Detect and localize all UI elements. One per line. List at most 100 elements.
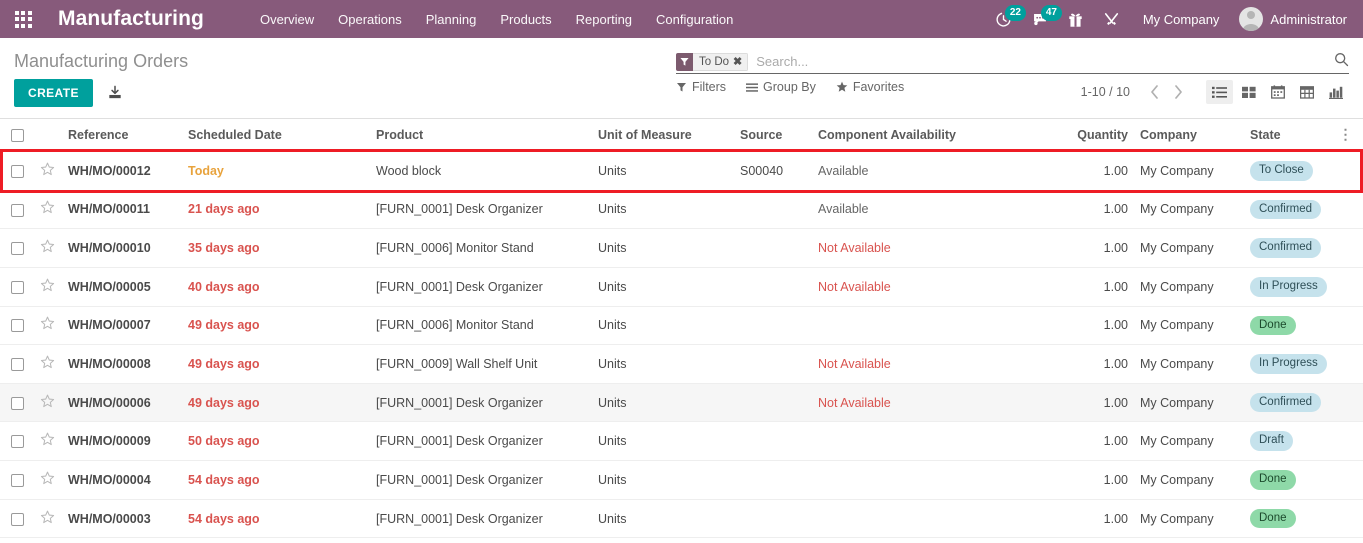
search-facet-todo[interactable]: To Do ✖ xyxy=(676,52,749,71)
gift-button[interactable] xyxy=(1059,0,1093,38)
row-checkbox[interactable] xyxy=(10,319,24,333)
star-toggle[interactable] xyxy=(40,162,55,180)
menu-item-overview[interactable]: Overview xyxy=(248,6,326,33)
row-favorite-cell[interactable] xyxy=(34,421,62,462)
star-toggle[interactable] xyxy=(40,278,55,296)
table-row[interactable]: WH/MO/00011 21 days ago [FURN_0001] Desk O… xyxy=(0,190,1363,230)
star-toggle[interactable] xyxy=(40,239,55,257)
app-brand-title[interactable]: Manufacturing xyxy=(58,7,204,31)
row-checkbox[interactable] xyxy=(10,203,24,217)
star-toggle[interactable] xyxy=(40,355,55,373)
column-header-company[interactable]: Company xyxy=(1134,119,1244,152)
row-checkbox[interactable] xyxy=(10,280,24,294)
column-header-component-availability[interactable]: Component Availability xyxy=(812,119,1044,152)
list-view-button[interactable] xyxy=(1206,80,1233,104)
calendar-view-button[interactable] xyxy=(1264,80,1291,104)
table-row[interactable]: WH/MO/00008 49 days ago [FURN_0009] Wall S… xyxy=(0,344,1363,384)
row-checkbox[interactable] xyxy=(10,396,24,410)
pager-next-button[interactable] xyxy=(1166,81,1190,103)
search-input[interactable] xyxy=(752,54,1328,69)
messages-button[interactable]: 47 xyxy=(1023,0,1062,38)
column-header-quantity[interactable]: Quantity xyxy=(1044,119,1134,152)
select-all-header[interactable] xyxy=(0,119,34,152)
row-select-cell[interactable] xyxy=(0,383,34,423)
menu-item-configuration[interactable]: Configuration xyxy=(644,6,745,33)
apps-menu-button[interactable] xyxy=(0,0,46,38)
column-header-unit-of-measure[interactable]: Unit of Measure xyxy=(592,119,734,152)
cell-spacer xyxy=(1328,267,1363,307)
optional-columns-button[interactable]: ⋮ xyxy=(1328,119,1363,152)
row-select-cell[interactable] xyxy=(0,190,34,230)
table-row[interactable]: WH/MO/00006 49 days ago [FURN_0001] Desk O… xyxy=(0,383,1363,423)
row-favorite-cell[interactable] xyxy=(34,344,62,384)
column-header-source[interactable]: Source xyxy=(734,119,812,152)
row-select-cell[interactable] xyxy=(0,421,34,462)
company-switcher[interactable]: My Company xyxy=(1131,6,1232,33)
kanban-view-button[interactable] xyxy=(1235,80,1262,104)
row-select-cell[interactable] xyxy=(0,267,34,307)
row-select-cell[interactable] xyxy=(0,460,34,500)
table-row[interactable]: WH/MO/00004 54 days ago [FURN_0001] Desk O… xyxy=(0,460,1363,500)
pager-previous-button[interactable] xyxy=(1142,81,1166,103)
star-toggle[interactable] xyxy=(40,394,55,412)
menu-item-reporting[interactable]: Reporting xyxy=(564,6,644,33)
create-button[interactable]: CREATE xyxy=(14,79,93,107)
row-favorite-cell[interactable] xyxy=(34,460,62,500)
row-select-cell[interactable] xyxy=(0,499,34,539)
row-favorite-cell[interactable] xyxy=(34,499,62,539)
column-header-reference[interactable]: Reference xyxy=(62,119,182,152)
graph-view-button[interactable] xyxy=(1322,80,1349,104)
row-favorite-cell[interactable] xyxy=(34,267,62,307)
cell-product: Wood block xyxy=(370,151,592,191)
row-select-cell[interactable] xyxy=(0,151,34,191)
column-header-scheduled-date[interactable]: Scheduled Date xyxy=(182,119,370,152)
row-favorite-cell[interactable] xyxy=(34,190,62,230)
row-favorite-cell[interactable] xyxy=(34,383,62,423)
star-toggle[interactable] xyxy=(40,316,55,334)
import-button[interactable] xyxy=(107,85,123,101)
tools-button[interactable] xyxy=(1095,0,1129,38)
row-checkbox[interactable] xyxy=(10,358,24,372)
row-select-cell[interactable] xyxy=(0,228,34,268)
row-select-cell[interactable] xyxy=(0,306,34,346)
table-row[interactable]: WH/MO/00009 50 days ago [FURN_0001] Desk O… xyxy=(0,421,1363,462)
pivot-view-button[interactable] xyxy=(1293,80,1320,104)
row-checkbox[interactable] xyxy=(10,512,24,526)
table-row[interactable]: WH/MO/00005 40 days ago [FURN_0001] Desk O… xyxy=(0,267,1363,307)
table-row[interactable]: WH/MO/00003 54 days ago [FURN_0001] Desk O… xyxy=(0,499,1363,539)
activities-button[interactable]: 22 xyxy=(987,0,1026,38)
table-row[interactable]: WH/MO/00012 Today Wood block Units S00040 Ava… xyxy=(0,151,1363,191)
magnifier-icon[interactable] xyxy=(1328,52,1349,72)
favorites-dropdown[interactable]: Favorites xyxy=(836,80,904,94)
cell-reference: WH/MO/00006 xyxy=(62,383,182,423)
group-by-dropdown[interactable]: Group By xyxy=(746,80,816,94)
row-favorite-cell[interactable] xyxy=(34,306,62,346)
menu-item-products[interactable]: Products xyxy=(488,6,563,33)
star-toggle[interactable] xyxy=(40,200,55,218)
row-checkbox[interactable] xyxy=(10,164,24,178)
select-all-checkbox[interactable] xyxy=(10,128,24,142)
table-row[interactable]: WH/MO/00007 49 days ago [FURN_0006] Monito… xyxy=(0,306,1363,346)
star-toggle[interactable] xyxy=(40,510,55,528)
row-favorite-cell[interactable] xyxy=(34,228,62,268)
star-toggle[interactable] xyxy=(40,432,55,450)
star-outline-icon xyxy=(40,510,55,523)
star-toggle[interactable] xyxy=(40,471,55,489)
table-header: Reference Scheduled Date Product Unit of… xyxy=(0,119,1363,152)
row-favorite-cell[interactable] xyxy=(34,151,62,191)
user-name-label: Administrator xyxy=(1270,11,1347,27)
facet-remove-icon[interactable]: ✖ xyxy=(733,55,742,68)
cell-scheduled-date: Today xyxy=(182,151,370,191)
row-checkbox[interactable] xyxy=(10,242,24,256)
row-checkbox[interactable] xyxy=(10,435,24,449)
search-box[interactable]: To Do ✖ xyxy=(676,50,1349,74)
menu-item-planning[interactable]: Planning xyxy=(414,6,489,33)
column-header-product[interactable]: Product xyxy=(370,119,592,152)
table-row[interactable]: WH/MO/00010 35 days ago [FURN_0006] Monito… xyxy=(0,228,1363,268)
filters-dropdown[interactable]: Filters xyxy=(676,80,726,94)
menu-item-operations[interactable]: Operations xyxy=(326,6,414,33)
column-header-state[interactable]: State xyxy=(1244,119,1328,152)
row-checkbox[interactable] xyxy=(10,474,24,488)
row-select-cell[interactable] xyxy=(0,344,34,384)
user-menu[interactable]: Administrator xyxy=(1233,7,1355,31)
